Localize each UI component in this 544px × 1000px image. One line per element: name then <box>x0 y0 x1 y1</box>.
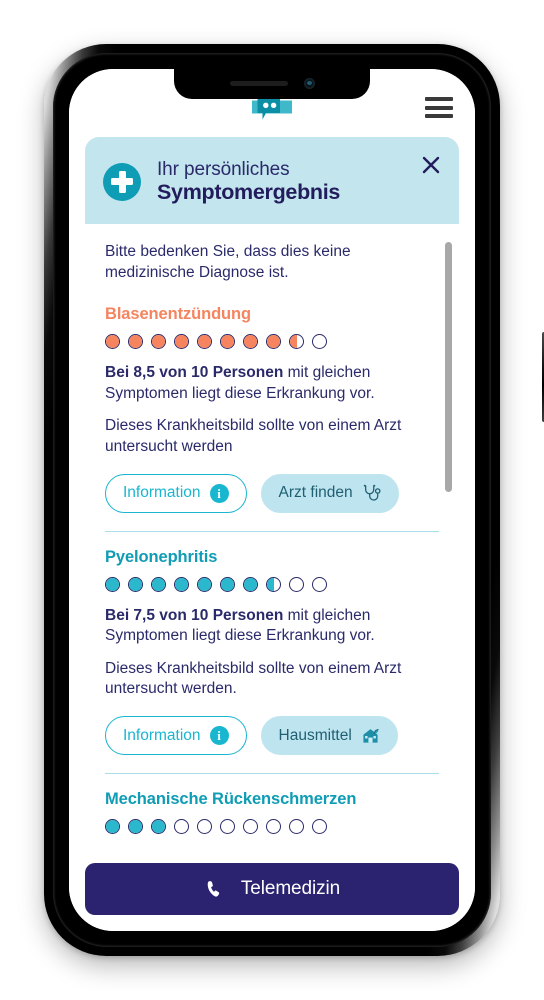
likelihood-dot <box>243 576 258 592</box>
likelihood-dot <box>174 576 189 592</box>
result-statistic-highlight: Bei 8,5 von 10 Personen <box>105 364 284 382</box>
likelihood-dot <box>266 576 281 592</box>
close-x-icon[interactable] <box>419 153 443 177</box>
telemedizin-button[interactable]: Telemedizin <box>85 863 459 915</box>
likelihood-dot <box>105 334 120 350</box>
likelihood-dot <box>220 576 235 592</box>
card-header: Ihr persönliches Symptomergebnis <box>85 137 459 225</box>
information-button[interactable]: Information i <box>105 716 247 756</box>
likelihood-dot <box>197 576 212 592</box>
likelihood-dot <box>266 819 281 835</box>
likelihood-dot <box>243 819 258 835</box>
likelihood-dot <box>151 576 166 592</box>
card-header-titles: Ihr persönliches Symptomergebnis <box>157 159 340 204</box>
result-divider <box>105 773 439 775</box>
arzt-finden-button[interactable]: Arzt finden <box>260 473 399 513</box>
result-action-row: Information i Hausmittel <box>105 716 439 756</box>
likelihood-dot <box>312 576 327 592</box>
result-advice: Dieses Krankheitsbild sollte von einem A… <box>105 417 402 456</box>
menu-bar-3 <box>425 114 453 118</box>
results-list: Blasenentzündung Bei 8,5 von 10 Personen … <box>105 305 439 835</box>
result-block: Pyelonephritis Bei 7,5 von 10 Personen mi… <box>105 547 439 756</box>
likelihood-dot <box>220 334 235 350</box>
button-label: Information <box>123 726 201 744</box>
result-block: Mechanische Rückenschmerzen <box>105 790 439 835</box>
phone-notch <box>174 69 370 99</box>
telemedizin-label: Telemedizin <box>240 878 341 899</box>
result-divider <box>105 530 439 532</box>
info-circle-icon: i <box>209 726 229 746</box>
menu-bar-2 <box>425 105 453 110</box>
result-statistic-highlight: Bei 7,5 von 10 Personen <box>105 606 284 624</box>
likelihood-dot <box>197 819 212 835</box>
hamburger-menu-icon[interactable] <box>425 97 453 118</box>
likelihood-dot <box>197 334 212 350</box>
result-condition-name: Blasenentzündung <box>105 305 251 324</box>
likelihood-dots <box>105 576 439 592</box>
result-statistic: Bei 7,5 von 10 Personen mit gleichen Sym… <box>105 606 375 645</box>
likelihood-dots <box>105 819 439 835</box>
disclaimer-text: Bitte bedenken Sie, dass dies keine medi… <box>105 243 351 281</box>
likelihood-dot <box>312 334 327 350</box>
likelihood-dot <box>289 576 304 592</box>
earpiece-speaker <box>230 81 288 86</box>
plus-cross-icon <box>103 162 141 201</box>
likelihood-dot <box>174 819 189 835</box>
likelihood-dot <box>151 819 166 835</box>
likelihood-dot <box>105 576 120 592</box>
phone-screen: Ihr persönliches Symptomergebnis Bitte b… <box>69 69 475 931</box>
button-label: Hausmittel <box>278 726 352 744</box>
likelihood-dot <box>128 819 143 835</box>
likelihood-dots <box>105 334 439 350</box>
hausmittel-button[interactable]: Hausmittel <box>260 716 398 756</box>
likelihood-dot <box>151 334 166 350</box>
result-statistic: Bei 8,5 von 10 Personen mit gleichen Sym… <box>105 364 375 402</box>
card-scroll-body[interactable]: Bitte bedenken Sie, dass dies keine medi… <box>85 224 459 863</box>
phone-handset-icon <box>204 879 225 900</box>
app-root: Ihr persönliches Symptomergebnis Bitte b… <box>69 69 475 931</box>
likelihood-dot <box>220 819 235 835</box>
result-block: Blasenentzündung Bei 8,5 von 10 Personen … <box>105 305 439 513</box>
result-action-row: Information i Arzt finden <box>105 473 439 513</box>
result-advice: Dieses Krankheitsbild sollte von einem A… <box>105 659 402 698</box>
home-remedy-icon <box>361 726 380 745</box>
phone-frame: Ihr persönliches Symptomergebnis Bitte b… <box>44 44 544 956</box>
likelihood-dot <box>289 819 304 835</box>
likelihood-dot <box>105 819 120 835</box>
front-camera-icon <box>304 78 315 89</box>
card-subtitle: Ihr persönliches <box>157 159 290 180</box>
scrollbar-thumb[interactable] <box>445 242 452 493</box>
likelihood-dot <box>243 334 258 350</box>
likelihood-dot <box>174 334 189 350</box>
likelihood-dot <box>266 334 281 350</box>
symptom-result-card: Ihr persönliches Symptomergebnis Bitte b… <box>85 137 459 863</box>
likelihood-dot <box>312 819 327 835</box>
result-condition-name: Pyelonephritis <box>105 547 218 566</box>
scrollbar-track[interactable] <box>445 236 452 863</box>
button-label: Information <box>123 484 201 502</box>
menu-bar-1 <box>425 97 453 101</box>
information-button[interactable]: Information i <box>105 473 247 513</box>
likelihood-dot <box>128 334 143 350</box>
result-condition-name: Mechanische Rückenschmerzen <box>105 790 357 809</box>
card-title: Symptomergebnis <box>157 180 341 205</box>
info-circle-icon: i <box>209 483 229 503</box>
stethoscope-icon <box>362 484 381 503</box>
likelihood-dot <box>128 576 143 592</box>
phone-bezel: Ihr persönliches Symptomergebnis Bitte b… <box>53 53 491 947</box>
likelihood-dot <box>289 334 304 350</box>
button-label: Arzt finden <box>278 484 353 502</box>
